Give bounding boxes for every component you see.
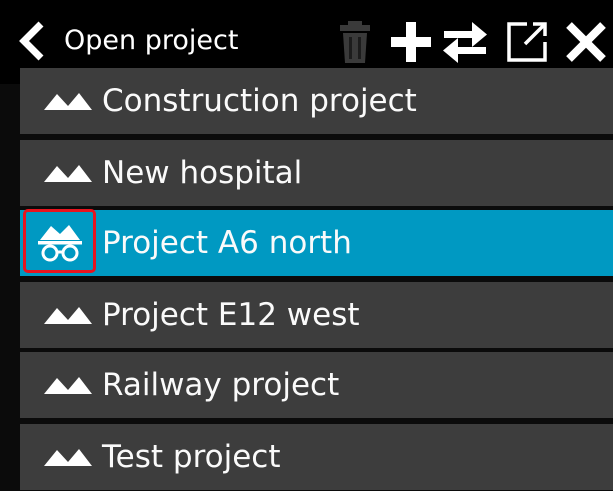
project-name: Project A6 north (102, 225, 352, 261)
mountains-icon (44, 86, 92, 116)
chevron-left-icon (19, 21, 44, 61)
trash-icon (340, 21, 370, 63)
mountains-icon (44, 158, 92, 188)
project-name: New hospital (102, 155, 303, 191)
project-name: Project E12 west (102, 297, 360, 333)
project-name: Construction project (102, 83, 417, 119)
export-icon (507, 22, 547, 62)
mountains-icon (44, 300, 92, 330)
mountains-icon (44, 442, 92, 472)
swap-arrows-icon (443, 22, 487, 63)
project-list-item[interactable]: New hospital (20, 140, 613, 206)
project-list-item-selected[interactable]: Project A6 north (20, 209, 613, 276)
plus-icon (391, 22, 431, 62)
add-project-button[interactable] (386, 16, 436, 68)
project-list-item[interactable]: Construction project (20, 68, 613, 134)
close-button[interactable] (560, 16, 612, 68)
page-title: Open project (64, 25, 239, 56)
mountains-glasses-icon[interactable] (23, 209, 96, 273)
export-button[interactable] (502, 16, 552, 68)
mountains-icon (44, 370, 92, 400)
project-list-item[interactable]: Project E12 west (20, 282, 613, 348)
project-name: Test project (102, 439, 281, 475)
project-list-item[interactable]: Railway project (20, 352, 613, 418)
close-icon (566, 22, 606, 62)
delete-button[interactable] (330, 16, 380, 68)
project-name: Railway project (102, 367, 340, 403)
back-button[interactable] (12, 18, 52, 64)
swap-button[interactable] (439, 16, 491, 68)
project-list-item[interactable]: Test project (20, 424, 613, 490)
